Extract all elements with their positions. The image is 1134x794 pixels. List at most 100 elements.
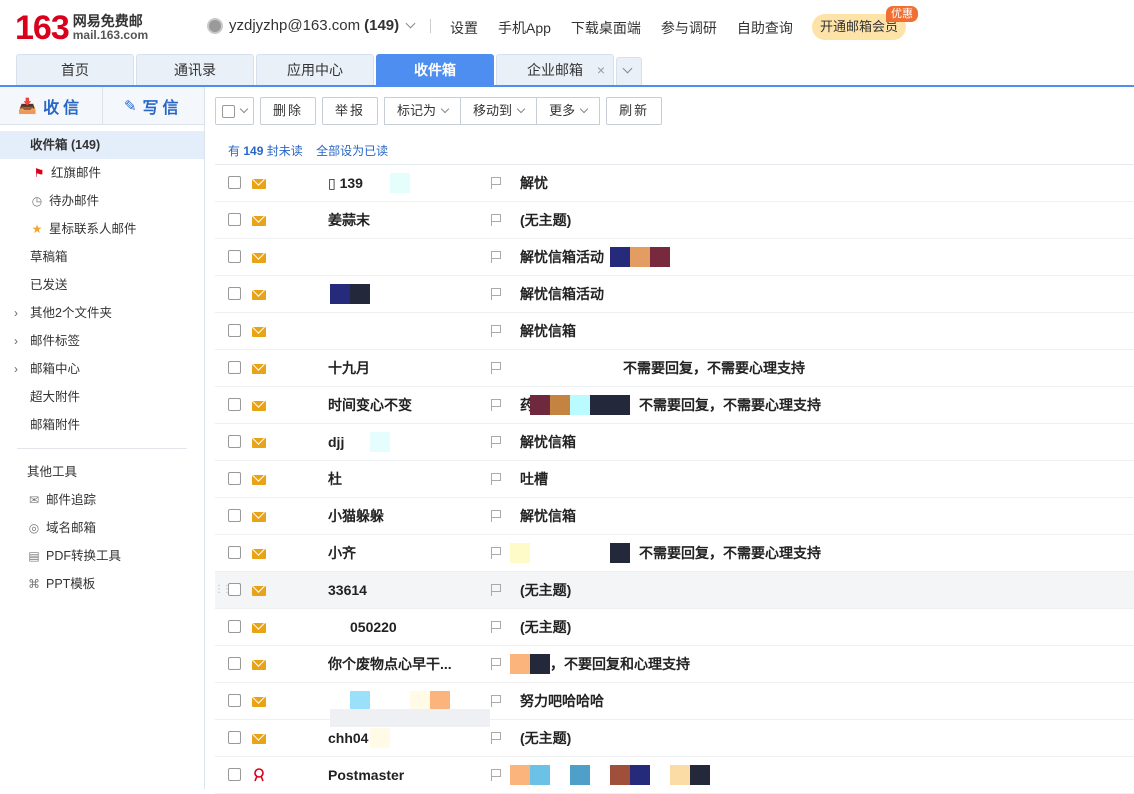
sidebar-item-todo[interactable]: ◷ 待办邮件 (0, 187, 204, 215)
table-row[interactable]: 时间变心不变 药 不需要回复，不需要心理支持 (215, 387, 1134, 424)
row-checkbox[interactable] (228, 546, 241, 559)
flag-icon[interactable] (491, 399, 501, 411)
sidebar-item-other-folders[interactable]: › 其他2个文件夹 (0, 299, 204, 327)
sidebar-item-mail-attachments[interactable]: 邮箱附件 (0, 411, 204, 439)
chevron-down-icon (440, 104, 450, 114)
table-row[interactable]: 杜 吐槽 (215, 461, 1134, 498)
tab-home[interactable]: 首页 (16, 54, 134, 85)
flag-icon[interactable] (491, 436, 501, 448)
logo-cn: 网易免费邮 (72, 13, 143, 29)
receive-button[interactable]: 📥 收信 (0, 87, 103, 124)
row-checkbox[interactable] (228, 731, 241, 744)
table-row[interactable]: 解忧信箱 (215, 313, 1134, 350)
mark-all-read-link[interactable]: 全部设为已读 (316, 144, 388, 158)
nav-settings[interactable]: 设置 (450, 18, 478, 38)
row-checkbox[interactable] (228, 620, 241, 633)
flag-icon[interactable] (491, 214, 501, 226)
tab-more-button[interactable] (616, 57, 642, 85)
flag-icon[interactable] (491, 251, 501, 263)
logo[interactable]: 163 网易免费邮 mail.163.com (15, 10, 148, 46)
row-checkbox[interactable] (228, 287, 241, 300)
row-checkbox[interactable] (228, 250, 241, 263)
table-row[interactable]: 小猫躲躲 解忧信箱 (215, 498, 1134, 535)
row-checkbox[interactable] (228, 694, 241, 707)
clock-icon: ◷ (31, 194, 43, 208)
sidebar-item-sent[interactable]: 已发送 (0, 271, 204, 299)
row-checkbox[interactable] (228, 176, 241, 189)
sidebar-item-mail-center[interactable]: › 邮箱中心 (0, 355, 204, 383)
table-row[interactable]: 你个废物点心早干... ，不要回复和心理支持 (215, 646, 1134, 683)
tab-inbox[interactable]: 收件箱 (376, 54, 494, 85)
pdf-icon: ▤ (28, 549, 40, 563)
row-checkbox[interactable] (228, 324, 241, 337)
tab-app-center[interactable]: 应用中心 (256, 54, 374, 85)
refresh-button[interactable]: 刷新 (606, 97, 663, 125)
row-checkbox[interactable] (228, 398, 241, 411)
table-row[interactable]: djj 解忧信箱 (215, 424, 1134, 461)
table-row[interactable]: ▯ 139 解忧 (215, 165, 1134, 202)
sidebar-item-mail-tags[interactable]: › 邮件标签 (0, 327, 204, 355)
flag-icon[interactable] (491, 584, 501, 596)
row-checkbox[interactable] (228, 583, 241, 596)
row-checkbox[interactable] (228, 435, 241, 448)
account-menu[interactable]: yzdjyzhp@163.com (149) (207, 17, 445, 34)
report-button[interactable]: 举报 (322, 97, 379, 125)
sidebar-item-drafts[interactable]: 草稿箱 (0, 243, 204, 271)
nav-survey[interactable]: 参与调研 (661, 18, 717, 38)
more-dropdown[interactable]: 更多 (537, 97, 601, 125)
flag-icon[interactable] (491, 177, 501, 189)
tab-enterprise-mail[interactable]: 企业邮箱 × (496, 54, 614, 85)
row-checkbox[interactable] (228, 213, 241, 226)
table-row[interactable]: 解忧信箱活动 (215, 276, 1134, 313)
row-checkbox[interactable] (228, 472, 241, 485)
flag-icon[interactable] (491, 362, 501, 374)
nav-self-service[interactable]: 自助查询 (737, 18, 793, 38)
sidebar-item-large-attachments[interactable]: 超大附件 (0, 383, 204, 411)
table-row[interactable]: 十九月 不需要回复，不需要心理支持 (215, 350, 1134, 387)
nav-mobile-app[interactable]: 手机App (498, 18, 551, 38)
flag-icon[interactable] (491, 325, 501, 337)
subject: (无主题) (520, 212, 572, 228)
sidebar-item-red-flag[interactable]: ⚑ 红旗邮件 (0, 159, 204, 187)
table-row[interactable]: 姜蒜末 (无主题) (215, 202, 1134, 239)
table-row[interactable]: 050220 (无主题) (215, 609, 1134, 646)
flag-icon[interactable] (491, 547, 501, 559)
move-to-dropdown[interactable]: 移动到 (461, 97, 538, 125)
tool-domain-mail[interactable]: ◎ 域名邮箱 (0, 514, 204, 542)
table-row[interactable]: 解忧信箱活动 (215, 239, 1134, 276)
sender: 时间变心不变 (328, 397, 412, 413)
row-checkbox[interactable] (228, 768, 241, 781)
row-checkbox[interactable] (228, 509, 241, 522)
flag-icon[interactable] (491, 695, 501, 707)
write-button[interactable]: ✎ 写信 (103, 87, 205, 124)
flag-icon[interactable] (491, 621, 501, 633)
account-email: yzdjyzhp@163.com (229, 17, 361, 34)
select-all-checkbox[interactable] (222, 104, 235, 118)
sidebar-item-starred[interactable]: ★ 星标联系人邮件 (0, 215, 204, 243)
flag-icon[interactable] (491, 732, 501, 744)
close-icon[interactable]: × (597, 55, 605, 85)
tool-ppt-template[interactable]: ⌘ PPT模板 (0, 570, 204, 598)
flag-icon[interactable] (491, 510, 501, 522)
tool-mail-track[interactable]: ✉ 邮件追踪 (0, 486, 204, 514)
nav-desktop[interactable]: 下载桌面端 (571, 18, 641, 38)
sidebar-item-inbox[interactable]: 收件箱 (149) (0, 131, 204, 159)
flag-icon[interactable] (491, 288, 501, 300)
row-checkbox[interactable] (228, 657, 241, 670)
flag-icon[interactable] (491, 769, 501, 781)
table-row[interactable]: chh04 (无主题) (215, 720, 1134, 757)
tool-pdf-convert[interactable]: ▤ PDF转换工具 (0, 542, 204, 570)
table-row[interactable]: 小齐 不需要回复，不需要心理支持 (215, 535, 1134, 572)
flag-icon[interactable] (491, 473, 501, 485)
table-row[interactable]: Postmaster (215, 757, 1134, 794)
table-row[interactable]: ⋮⋮ 33614 (无主题) (214, 572, 1134, 609)
flag-icon[interactable] (491, 658, 501, 670)
table-row[interactable]: 努力吧哈哈哈 (215, 683, 1134, 727)
globe-icon: ◎ (28, 521, 40, 535)
sender: 050220 (350, 619, 397, 635)
tab-contacts[interactable]: 通讯录 (136, 54, 254, 85)
select-all-dropdown[interactable] (215, 97, 254, 125)
mark-as-dropdown[interactable]: 标记为 (384, 97, 462, 125)
row-checkbox[interactable] (228, 361, 241, 374)
delete-button[interactable]: 删除 (260, 97, 317, 125)
